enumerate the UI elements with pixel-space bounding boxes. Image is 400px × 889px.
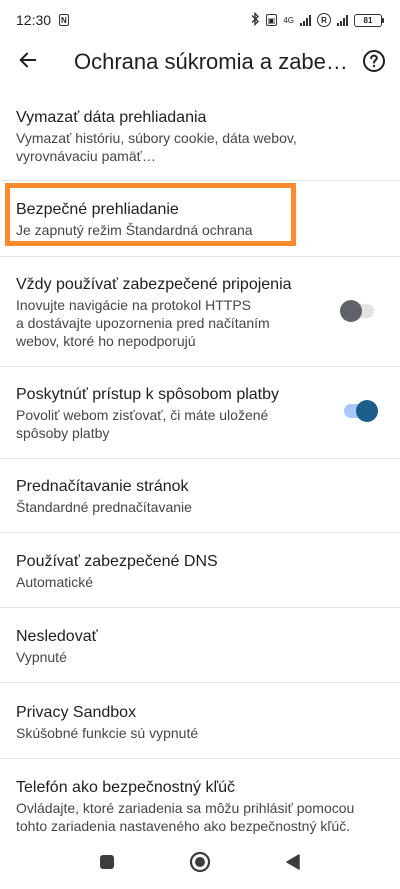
item-subtitle: Automatické [16,573,384,591]
preload-pages-item[interactable]: Prednačítavanie stránok Štandardné predn… [0,477,400,516]
divider [0,758,400,759]
item-title: Používať zabezpečené DNS [16,553,218,570]
item-title: Nesledovať [16,628,98,645]
subtitle-line: Ovládajte, ktoré zariadenia sa môžu prih… [16,800,355,816]
divider [0,682,400,683]
divider [0,366,400,367]
item-title: Telefón ako bezpečnostný kľúč [16,779,236,796]
divider [0,256,400,257]
network-type-label: 4G [283,15,294,25]
item-subtitle: Ovládajte, ktoré zariadenia sa môžu prih… [16,799,384,835]
item-title: Poskytnúť prístup k spôsobom platby [16,386,280,403]
battery-level: 81 [354,13,382,27]
subtitle-line: Vymazať históriu, súbory cookie, dáta we… [16,130,297,146]
toggle-knob [340,300,362,322]
privacy-sandbox-item[interactable]: Privacy Sandbox Skúšobné funkcie sú vypn… [0,703,400,742]
subtitle-line: webov, ktoré ho nepodporujú [16,333,196,349]
subtitle-line: vyrovnávaciu pamäť… [16,148,156,164]
arrow-left-icon [17,49,39,76]
back-nav-button[interactable] [273,845,313,885]
payment-methods-item[interactable]: Poskytnúť prístup k spôsobom platby Povo… [0,385,400,442]
secure-dns-item[interactable]: Používať zabezpečené DNS Automatické [0,552,400,591]
subtitle-line: Skúšobné funkcie sú vypnuté [16,725,199,741]
signal-icon [300,14,311,26]
back-button[interactable] [0,40,56,84]
subtitle-line: Štandardné prednačítavanie [16,499,192,515]
signal-2-icon [337,14,348,26]
item-subtitle: Štandardné prednačítavanie [16,498,384,516]
page-title: Ochrana súkromia a zabezpečenie [74,49,356,74]
status-time: 12:30 [16,12,52,28]
subtitle-line: a dostávajte upozornenia pred načítaním [16,315,270,331]
item-title: Privacy Sandbox [16,704,137,721]
triangle-back-icon [284,853,302,876]
divider [0,180,400,181]
https-first-toggle[interactable] [340,300,374,322]
item-subtitle: Vypnuté [16,648,384,666]
app-bar: Ochrana súkromia a zabezpečenie [0,40,400,84]
vibrate-icon: ▣ [265,14,278,26]
divider [0,458,400,459]
item-subtitle: Je zapnutý režim Štandardná ochrana [16,221,384,239]
square-icon [99,854,115,875]
status-bar: 12:30 N ▣ 4G R 81 [0,0,400,40]
clear-browsing-data-item[interactable]: Vymazať dáta prehliadania Vymazať histór… [0,108,400,165]
item-subtitle: Inovujte navigácie na protokol HTTPS a d… [16,296,384,350]
help-button[interactable] [362,49,386,73]
payment-methods-toggle[interactable] [344,400,378,422]
safe-browsing-item[interactable]: Bezpečné prehliadanie Je zapnutý režim Š… [0,200,400,239]
help-circle-icon [362,50,386,77]
circle-icon [189,851,211,878]
item-subtitle: Skúšobné funkcie sú vypnuté [16,724,384,742]
phone-security-key-item[interactable]: Telefón ako bezpečnostný kľúč Ovládajte,… [0,778,400,835]
item-title: Bezpečné prehliadanie [16,201,179,218]
battery-icon: 81 [354,13,384,27]
item-subtitle: Povoliť webom zisťovať, či máte uložené … [16,406,384,442]
toggle-knob [356,400,378,422]
item-title: Prednačítavanie stránok [16,478,189,495]
system-nav-bar [0,840,400,889]
subtitle-line: Automatické [16,574,94,590]
subtitle-line: Vypnuté [16,649,67,665]
home-button[interactable] [180,845,220,885]
bluetooth-icon [250,11,260,29]
subtitle-line: Je zapnutý režim Štandardná ochrana [16,222,253,238]
divider [0,532,400,533]
subtitle-line: tohto zariadenia nastaveného ako bezpečn… [16,818,351,834]
subtitle-line: Inovujte navigácie na protokol HTTPS [16,297,252,313]
nfc-icon: N [59,14,69,26]
item-title: Vymazať dáta prehliadania [16,109,207,126]
subtitle-line: spôsoby platby [16,425,110,441]
item-subtitle: Vymazať históriu, súbory cookie, dáta we… [16,129,384,165]
subtitle-line: Povoliť webom zisťovať, či máte uložené [16,407,269,423]
recents-button[interactable] [87,845,127,885]
do-not-track-item[interactable]: Nesledovať Vypnuté [0,627,400,666]
divider [0,607,400,608]
roaming-icon: R [317,13,331,27]
item-title: Vždy používať zabezpečené pripojenia [16,276,292,293]
